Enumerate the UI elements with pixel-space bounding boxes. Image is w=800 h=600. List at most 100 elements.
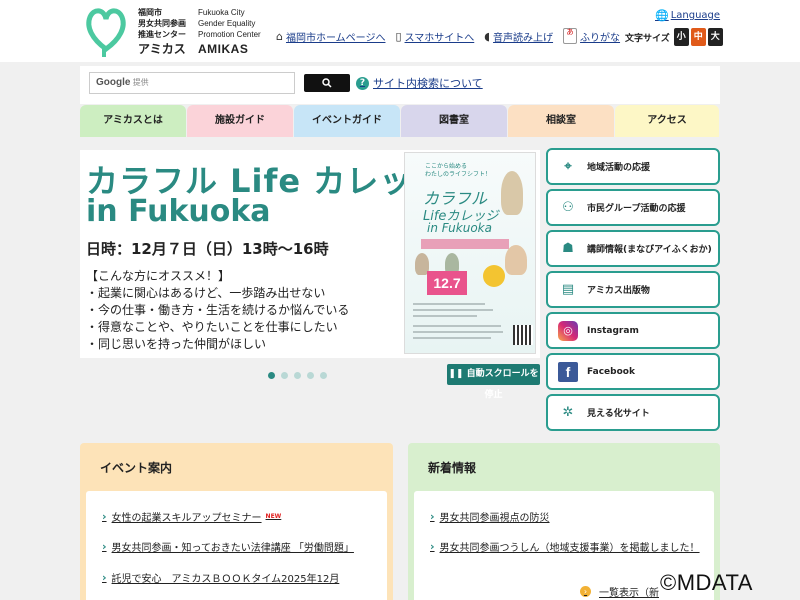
nav-tab-facility-guide[interactable]: 施設ガイド	[187, 105, 293, 137]
poster-tagline-line: ここから始める	[425, 163, 468, 170]
new-badge: NEW	[265, 513, 282, 520]
hero-line: 【こんな方にオススメ！】	[86, 269, 231, 283]
util-link-label: スマホサイトへ	[404, 32, 475, 44]
side-link-facebook[interactable]: f Facebook	[546, 353, 720, 390]
smartphone-site-link[interactable]: ▯ スマホサイトへ	[395, 29, 474, 44]
side-link-label: 講師情報(まなびアイふくおか)	[587, 245, 712, 255]
util-link-label: 音声読み上げ	[493, 32, 554, 44]
autoplay-stop-button[interactable]: ❚❚ 自動スクロールを停止	[447, 364, 540, 400]
poster-text-line	[413, 337, 491, 339]
side-link-label: 市民グループ活動の応援	[587, 204, 686, 214]
side-link-label: Facebook	[587, 366, 635, 377]
group-icon: ⚇	[562, 200, 574, 215]
search-brand: Google	[96, 77, 131, 88]
nav-tab-about[interactable]: アミカスとは	[80, 105, 186, 137]
visualize-icon: ✲	[562, 405, 574, 420]
font-size-large-button[interactable]: 大	[707, 28, 723, 46]
slider-dot[interactable]	[294, 372, 301, 379]
language-link[interactable]: 🌐 Language	[655, 9, 720, 22]
side-link-label: 見える化サイト	[587, 409, 650, 419]
logo-en-line: Promotion Center	[198, 30, 261, 39]
chevron-right-icon: ›	[430, 540, 435, 553]
map-pin-icon: ⌖	[564, 159, 572, 174]
nav-tab-event-guide[interactable]: イベントガイド	[294, 105, 400, 137]
side-link-publications[interactable]: ▤ アミカス出版物	[546, 271, 720, 308]
poster-tagline: ここから始める わたしのライフシフト！	[425, 163, 491, 179]
event-poster[interactable]: ここから始める わたしのライフシフト！ カラフル Lifeカレッジ in Fuk…	[404, 152, 536, 354]
arrow-right-icon: ›	[580, 586, 591, 597]
site-search-bar: Google 提供 ? サイト内検索について	[80, 66, 720, 104]
util-link-label: 福岡市ホームページへ	[285, 32, 386, 44]
chevron-right-icon: ›	[102, 571, 107, 584]
news-link[interactable]: › 男女共同参画つうしん（地域支援事業）を掲載しました！	[430, 539, 700, 554]
event-link[interactable]: › 男女共同参画・知っておきたい法律講座 「労働問題」	[102, 539, 354, 554]
logo-jp-text: 福岡市 男女共同参画 推進センター アミカス	[138, 7, 186, 57]
city-homepage-link[interactable]: ⌂ 福岡市ホームページへ	[276, 29, 385, 44]
logo-en-name: AMIKAS	[198, 42, 249, 56]
amikas-logo-icon	[86, 8, 126, 57]
logo-en-line: Gender Equality	[198, 19, 256, 28]
poster-text-line	[413, 325, 501, 327]
font-size-label: 文字サイズ	[625, 33, 670, 44]
nav-tab-consultation[interactable]: 相談室	[508, 105, 614, 137]
logo-en-text: Fukuoka City Gender Equality Promotion C…	[198, 7, 261, 57]
news-more-link[interactable]: › 一覧表示（新	[580, 584, 659, 599]
site-header: 福岡市 男女共同参画 推進センター アミカス Fukuoka City Gend…	[0, 0, 800, 62]
watermark: ©MDATA	[660, 570, 753, 595]
side-link-label: アミカス出版物	[587, 286, 650, 296]
voice-readout-link[interactable]: ◖ 音声読み上げ	[484, 29, 553, 44]
nav-tab-library[interactable]: 図書室	[401, 105, 507, 137]
poster-text-line	[413, 331, 503, 333]
event-panel: イベント案内 › 女性の起業スキルアップセミナー NEW › 男女共同参画・知っ…	[80, 443, 393, 600]
side-link-label: 地域活動の応援	[587, 163, 651, 173]
poster-date: 12.7	[427, 271, 467, 295]
side-link-community[interactable]: ⌖ 地域活動の応援	[546, 148, 720, 185]
furigana-link[interactable]: あ ふりがな	[563, 28, 620, 44]
search-button[interactable]	[304, 74, 350, 92]
poster-person	[505, 245, 527, 275]
event-link[interactable]: › 託児で安心 アミカスＢＯＯＫタイム2025年12月	[102, 570, 339, 585]
font-size-medium-button[interactable]: 中	[690, 28, 706, 46]
search-icon	[322, 78, 332, 88]
poster-text-line	[413, 303, 485, 305]
logo-jp-line: 推進センター	[138, 30, 186, 39]
book-icon: ▤	[561, 282, 575, 297]
hero-line: ・今の仕事・働き方・生活を続けるか悩んでいる	[86, 303, 350, 317]
hero-line: ・起業に関心はあるけど、一歩踏み出せない	[86, 286, 326, 300]
autoplay-stop-label: 自動スクロールを停止	[466, 369, 539, 400]
facebook-icon: f	[558, 361, 578, 382]
slider-dot[interactable]	[307, 372, 314, 379]
side-link-visualization[interactable]: ✲ 見える化サイト	[546, 394, 720, 431]
nav-tab-access[interactable]: アクセス	[615, 105, 719, 137]
speaker-icon: ◖	[484, 29, 491, 43]
smartphone-icon: ▯	[395, 29, 402, 43]
home-icon: ⌂	[276, 29, 283, 43]
search-input[interactable]: Google 提供	[89, 72, 295, 94]
search-about-link[interactable]: ? サイト内検索について	[356, 75, 483, 91]
slider-dot[interactable]	[320, 372, 327, 379]
news-link[interactable]: › 男女共同参画視点の防災	[430, 509, 550, 524]
font-size-small-button[interactable]: 小	[673, 28, 689, 46]
hero-slider[interactable]: カラフル Life カレッジ in Fukuoka 日時：12月７日（日）13時…	[80, 150, 540, 358]
slider-dot[interactable]	[268, 372, 275, 379]
event-link-label: 女性の起業スキルアップセミナー	[111, 513, 262, 524]
side-link-label: Instagram	[587, 325, 639, 336]
side-link-instagram[interactable]: ◎ Instagram	[546, 312, 720, 349]
side-link-citizen-groups[interactable]: ⚇ 市民グループ活動の応援	[546, 189, 720, 226]
slider-dot[interactable]	[281, 372, 288, 379]
news-link-label: 男女共同参画視点の防災	[439, 513, 550, 524]
hero-line: ・同じ思いを持った仲間がほしい	[86, 337, 267, 351]
logo-jp-line: 男女共同参画	[138, 19, 186, 28]
side-link-lecturer[interactable]: ☗ 講師情報(まなびアイふくおか)	[546, 230, 720, 267]
furigana-icon: あ	[563, 28, 578, 44]
poster-band	[421, 239, 509, 249]
util-link-label: ふりがな	[580, 32, 621, 44]
poster-text-line	[413, 315, 477, 317]
global-nav: アミカスとは 施設ガイド イベントガイド 図書室 相談室 アクセス	[80, 105, 720, 137]
event-link[interactable]: › 女性の起業スキルアップセミナー NEW	[102, 509, 281, 524]
poster-person	[501, 171, 523, 215]
logo-jp-line: 福岡市	[138, 8, 162, 17]
instagram-icon: ◎	[558, 320, 578, 341]
poster-text-line	[413, 309, 493, 311]
site-logo[interactable]: 福岡市 男女共同参画 推進センター アミカス Fukuoka City Gend…	[82, 5, 261, 57]
